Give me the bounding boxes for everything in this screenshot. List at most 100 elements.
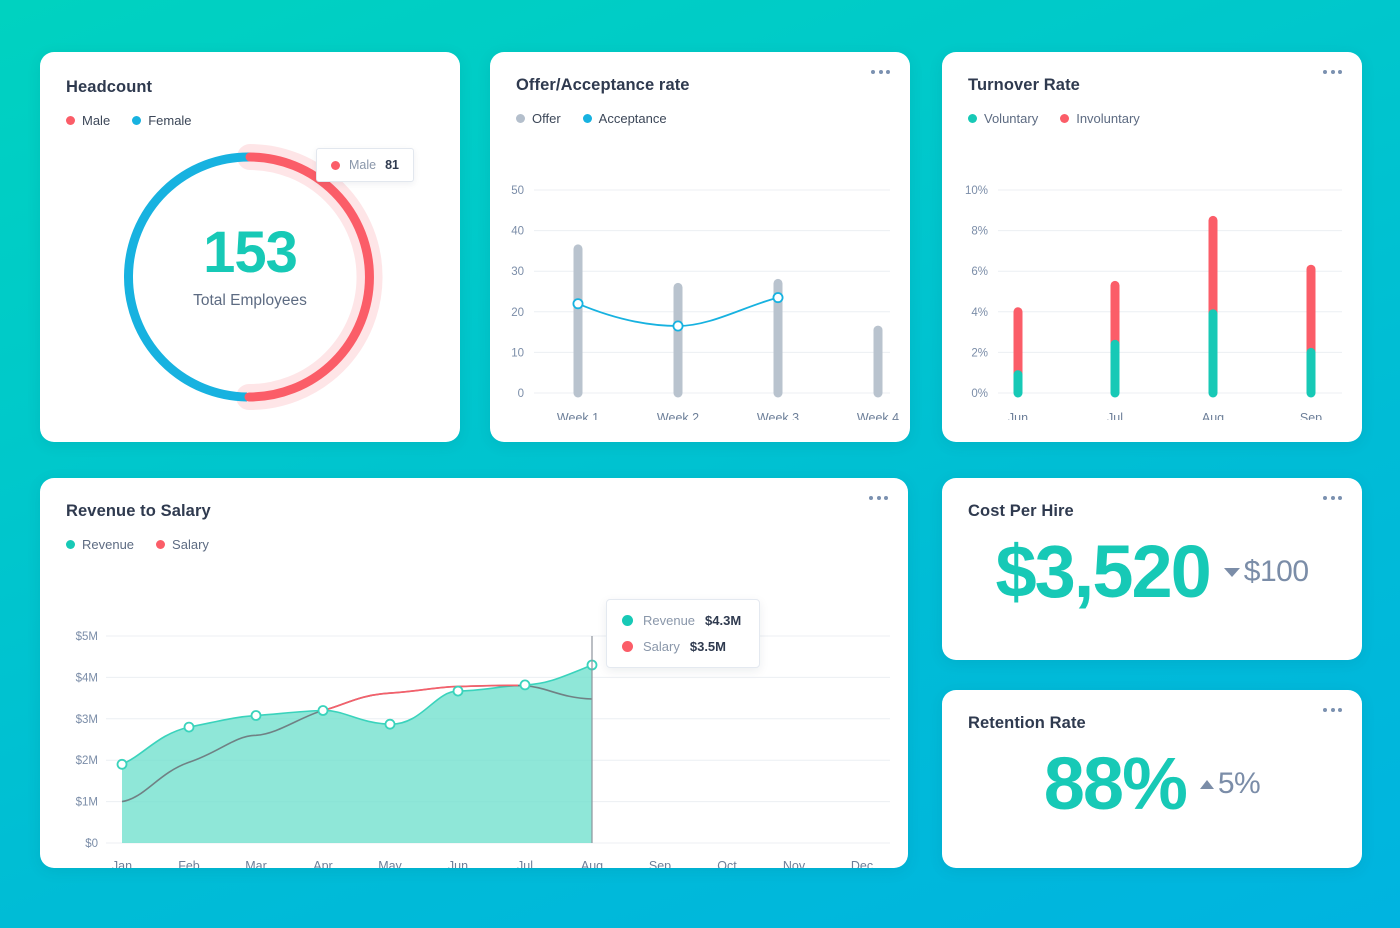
card-title-cost-per-hire: Cost Per Hire — [968, 502, 1074, 520]
ellipsis-icon-retention[interactable] — [1323, 708, 1342, 712]
card-headcount: Headcount Male Female 153 Total Employee… — [40, 52, 460, 442]
card-retention-rate: Retention Rate 88% 5% — [942, 690, 1362, 868]
svg-text:Apr: Apr — [313, 859, 332, 868]
svg-text:Week 3: Week 3 — [757, 411, 799, 420]
svg-text:$2M: $2M — [76, 755, 98, 767]
svg-text:$5M: $5M — [76, 631, 98, 643]
legend-label-salary: Salary — [172, 537, 209, 552]
legend-item-offer[interactable]: Offer — [516, 111, 561, 126]
svg-text:20: 20 — [511, 307, 524, 319]
legend-label-male: Male — [82, 113, 111, 128]
legend-item-voluntary[interactable]: Voluntary — [968, 111, 1038, 126]
retention-rate-delta-value: 5% — [1217, 767, 1261, 800]
legend-revenue: Revenue Salary — [66, 537, 882, 552]
legend-item-involuntary[interactable]: Involuntary — [1060, 111, 1140, 126]
legend-dot-salary-icon — [156, 540, 166, 549]
yaxis-offer: 50 40 30 20 10 0 — [511, 185, 524, 400]
svg-text:4%: 4% — [971, 307, 988, 319]
tooltip-value-male: 81 — [385, 158, 399, 172]
headcount-total-value: 153 — [203, 220, 298, 285]
svg-text:10: 10 — [511, 347, 524, 359]
legend-label-involuntary: Involuntary — [1076, 111, 1140, 126]
legend-label-voluntary: Voluntary — [984, 111, 1039, 126]
tooltip-name-salary: Salary — [643, 639, 680, 654]
tooltip-name-male: Male — [349, 158, 377, 172]
svg-text:0: 0 — [518, 388, 524, 400]
cost-per-hire-delta: $100 — [1223, 555, 1309, 589]
legend-turnover: Voluntary Involuntary — [968, 111, 1336, 126]
svg-text:Jan: Jan — [112, 859, 132, 868]
legend-item-acceptance[interactable]: Acceptance — [582, 111, 667, 126]
point-acceptance-week3 — [772, 292, 784, 304]
donut-center-label: 153 Total Employees — [40, 224, 460, 310]
ellipsis-icon-turnover[interactable] — [1323, 70, 1342, 74]
svg-text:Feb: Feb — [178, 859, 200, 868]
card-revenue-to-salary: Revenue to Salary Revenue Salary $5M $4M… — [40, 478, 908, 868]
svg-text:Week 4: Week 4 — [857, 411, 899, 420]
tooltip-value-salary: $3.5M — [689, 639, 726, 654]
legend-dot-offer-icon — [516, 114, 525, 123]
tooltip-dot-salary-icon — [622, 641, 633, 652]
legend-label-revenue: Revenue — [82, 537, 135, 552]
legend-dot-revenue-icon — [66, 540, 75, 549]
point-acceptance-week2 — [672, 320, 684, 332]
gridlines-turnover — [998, 189, 1342, 394]
point-revenue-may — [384, 718, 396, 730]
legend-item-revenue[interactable]: Revenue — [66, 537, 134, 552]
retention-rate-value: 88% — [1043, 742, 1188, 825]
kpi-body-cost-per-hire: $3,520 $100 — [942, 535, 1362, 609]
svg-text:Mar: Mar — [245, 859, 267, 868]
bars-turnover — [1013, 215, 1316, 398]
legend-item-male[interactable]: Male — [66, 113, 110, 128]
svg-text:2%: 2% — [971, 347, 988, 359]
area-revenue-fill — [122, 665, 592, 843]
card-title-offer: Offer/Acceptance rate — [516, 76, 690, 94]
svg-text:$4M: $4M — [76, 672, 98, 684]
legend-dot-female-icon — [132, 116, 142, 125]
card-title-revenue: Revenue to Salary — [66, 502, 211, 520]
svg-text:Week 2: Week 2 — [657, 411, 699, 420]
tooltip-dot-revenue-icon — [622, 615, 633, 626]
point-revenue-mar — [250, 710, 262, 721]
tooltip-value-revenue: $4.3M — [705, 613, 742, 628]
svg-text:Jul: Jul — [1107, 411, 1123, 420]
legend-label-offer: Offer — [532, 111, 561, 126]
point-revenue-jan — [116, 758, 128, 770]
ellipsis-icon-cost[interactable] — [1323, 496, 1342, 500]
legend-dot-acceptance-icon — [582, 114, 592, 123]
svg-text:Oct: Oct — [717, 859, 737, 868]
point-acceptance-week1 — [572, 298, 584, 310]
donut-chart-headcount: 153 Total Employees Male 81 — [40, 132, 460, 422]
svg-text:$3M: $3M — [76, 714, 98, 726]
legend-headcount: Male Female — [66, 113, 434, 128]
legend-dot-involuntary-icon — [1060, 114, 1070, 123]
gridlines-offer — [534, 189, 890, 394]
retention-rate-delta: 5% — [1199, 767, 1261, 801]
svg-text:Nov: Nov — [783, 859, 806, 868]
legend-label-female: Female — [148, 113, 192, 128]
svg-text:6%: 6% — [971, 266, 988, 278]
legend-dot-male-icon — [66, 116, 75, 125]
legend-item-female[interactable]: Female — [132, 113, 192, 128]
tooltip-row-salary: Salary $3.5M — [622, 639, 741, 654]
ellipsis-icon-revenue[interactable] — [869, 496, 888, 500]
svg-text:8%: 8% — [971, 226, 988, 238]
point-revenue-apr — [317, 705, 329, 716]
svg-text:50: 50 — [511, 185, 524, 197]
tooltip-headcount-male: Male 81 — [316, 148, 414, 182]
svg-text:Week 1: Week 1 — [557, 411, 599, 420]
card-title-turnover: Turnover Rate — [968, 76, 1080, 94]
svg-text:Aug: Aug — [581, 859, 603, 868]
legend-item-salary[interactable]: Salary — [156, 537, 209, 552]
card-cost-per-hire: Cost Per Hire $3,520 $100 — [942, 478, 1362, 660]
svg-text:$1M: $1M — [76, 797, 98, 809]
svg-text:40: 40 — [511, 226, 524, 238]
legend-dot-voluntary-icon — [968, 114, 977, 123]
chart-turnover-rate: 10% 8% 6% 4% 2% 0% Jun Jul Aug Sep — [965, 185, 1342, 420]
chart-revenue-to-salary: $5M $4M $3M $2M $1M $0 Jan Feb Mar Apr M… — [76, 631, 890, 868]
arrow-down-icon — [1223, 567, 1240, 577]
card-offer-acceptance: Offer/Acceptance rate Offer Acceptance 5… — [490, 52, 910, 442]
card-title-retention-rate: Retention Rate — [968, 714, 1086, 732]
svg-text:May: May — [378, 859, 402, 868]
ellipsis-icon-offer[interactable] — [871, 70, 890, 74]
